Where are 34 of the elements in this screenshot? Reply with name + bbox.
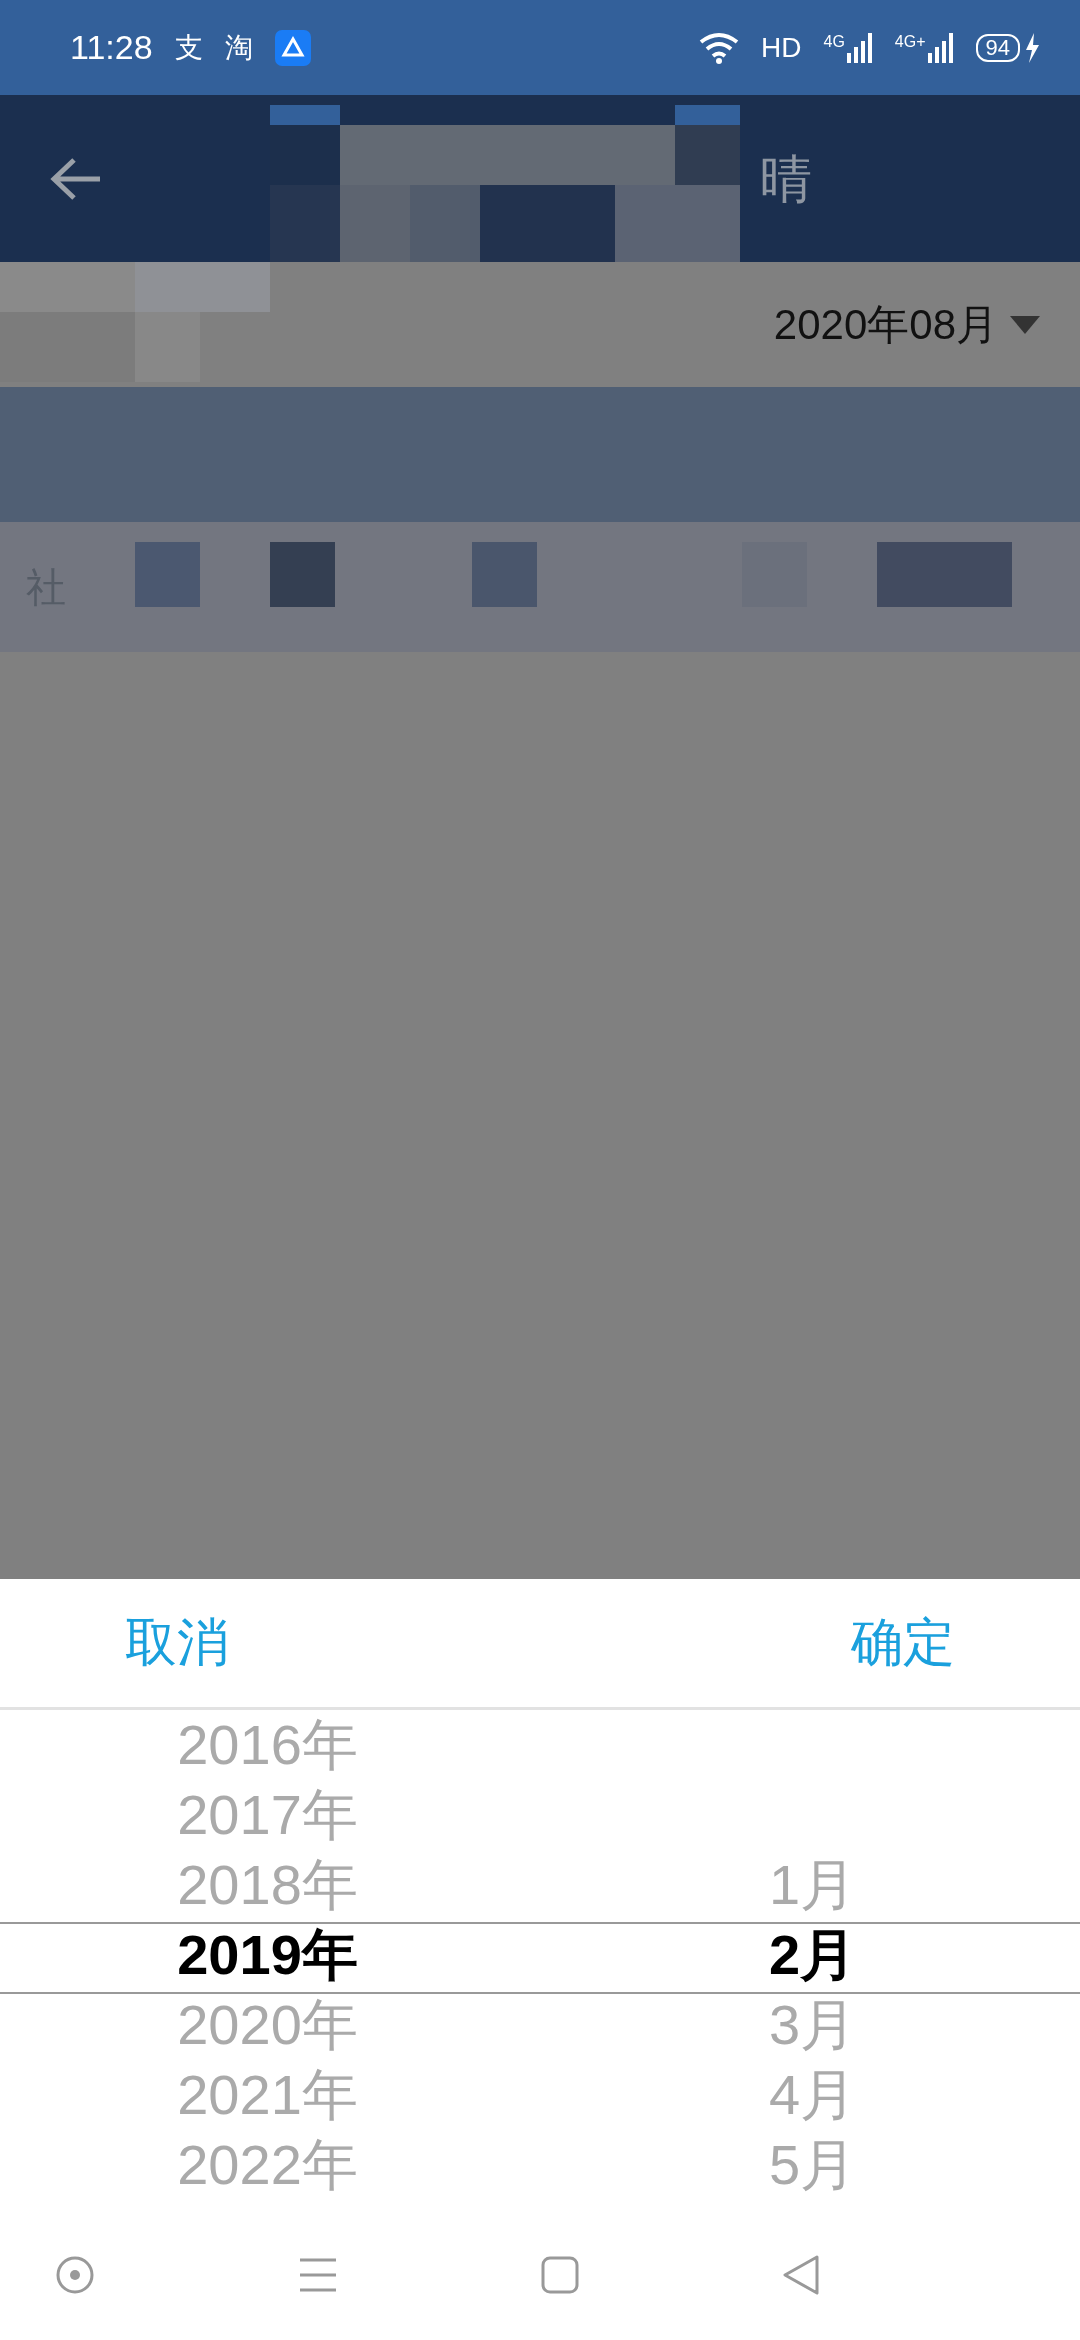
signal-icon	[846, 32, 873, 63]
year-option[interactable]: 2020年	[177, 1990, 358, 2060]
month-option[interactable]: 1月	[768, 1850, 857, 1920]
back-icon[interactable]	[50, 156, 102, 201]
back-icon[interactable]	[782, 2254, 820, 2296]
month-option[interactable]: 5月	[768, 2130, 857, 2200]
app-notification-icon	[274, 29, 311, 66]
network-type-label: 4G+	[894, 32, 926, 51]
year-option[interactable]: 2017年	[177, 1780, 358, 1850]
month-option[interactable]: 4月	[768, 2060, 857, 2130]
battery-level: 94	[975, 33, 1020, 62]
assistant-icon[interactable]	[55, 2255, 95, 2295]
charging-icon	[1024, 32, 1040, 63]
title-text: 晴	[760, 149, 812, 210]
cancel-button[interactable]: 取消	[125, 1608, 229, 1678]
year-option[interactable]: 2016年	[177, 1710, 358, 1780]
year-option[interactable]: 2018年	[177, 1850, 358, 1920]
menu-icon[interactable]	[298, 2257, 338, 2293]
year-option[interactable]: 2021年	[177, 2060, 358, 2130]
year-option[interactable]: 2022年	[177, 2130, 358, 2200]
month-option[interactable]: 3月	[768, 1990, 857, 2060]
wifi-icon	[699, 31, 740, 64]
year-option[interactable]: 2019年	[177, 1920, 358, 1990]
signal-icon	[927, 32, 954, 63]
confirm-button[interactable]: 确定	[851, 1608, 955, 1678]
notification-icon: 支	[174, 28, 203, 67]
network-label: HD	[761, 31, 802, 64]
home-icon[interactable]	[541, 2256, 579, 2294]
notification-icon: 淘	[224, 28, 253, 67]
clock: 11:28	[70, 28, 153, 67]
dropdown-caret-icon[interactable]	[1010, 315, 1040, 334]
network-type-label: 4G	[823, 32, 845, 51]
month-option[interactable]: 2月	[768, 1920, 857, 1990]
month-selector[interactable]: 2020年08月	[773, 296, 998, 353]
